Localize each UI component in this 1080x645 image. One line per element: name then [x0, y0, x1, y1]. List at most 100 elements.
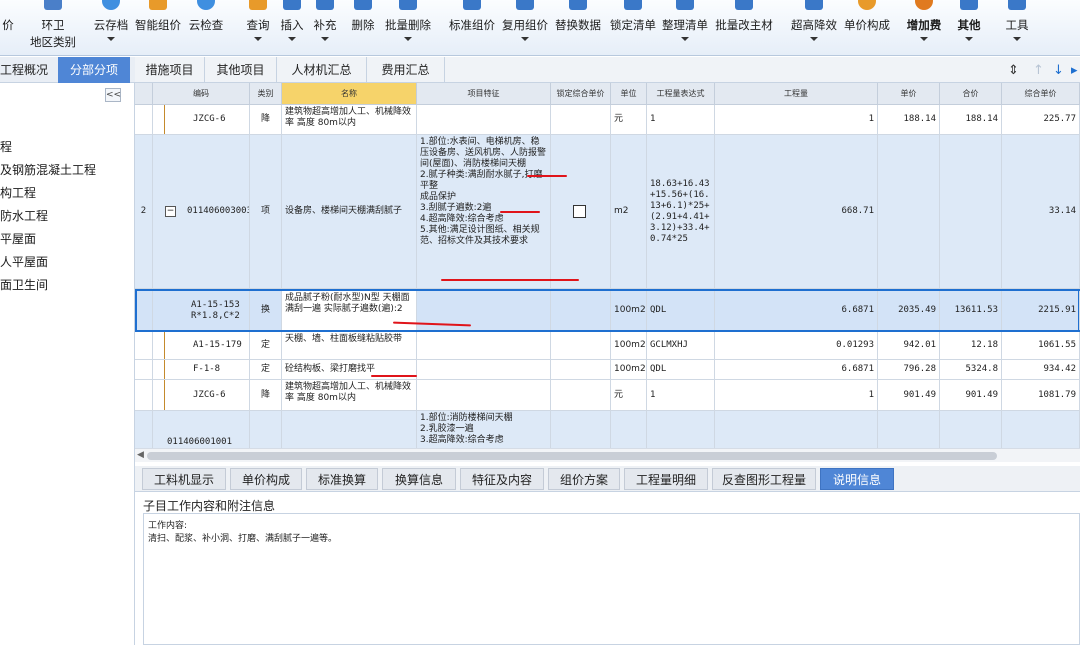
cell-expression[interactable]: 18.63+16.43+15.56+(16.13+6.1)*25+(2.91+4…	[647, 135, 715, 288]
scrollbar-thumb[interactable]	[147, 452, 997, 460]
cell-unit-price[interactable]: 796.28	[878, 360, 940, 379]
cell-type[interactable]: 降	[250, 380, 282, 410]
cell-expression[interactable]	[647, 411, 715, 448]
cell-name[interactable]: 建筑物超高增加人工、机械降效率 高度 80m以内	[282, 380, 417, 410]
cell-lock-price[interactable]	[551, 360, 611, 379]
header-lock-price[interactable]: 锁定综合单价	[551, 83, 611, 105]
cell-comprehensive-price[interactable]	[1002, 411, 1080, 448]
cell-expression[interactable]: 1	[647, 105, 715, 134]
query-button[interactable]: 查询	[244, 0, 272, 56]
organize-list-button[interactable]: 整理清单	[660, 0, 710, 56]
tab-conversion-info[interactable]: 换算信息	[382, 468, 456, 490]
cell-code[interactable]: JZCG-6	[153, 380, 250, 410]
tools-button[interactable]: 工具	[1002, 0, 1032, 56]
cell-quantity[interactable]: 1	[715, 105, 878, 134]
cell-unit-price[interactable]: 901.49	[878, 380, 940, 410]
horizontal-scrollbar[interactable]: ◀	[135, 448, 1080, 462]
price-button[interactable]: 价	[0, 0, 16, 56]
cell-total[interactable]: 13611.53	[940, 291, 1002, 330]
cell-lock-price[interactable]	[551, 135, 611, 288]
header-unit-price[interactable]: 单价	[878, 83, 940, 105]
cell-quantity[interactable]: 668.71	[715, 135, 878, 288]
collapse-button[interactable]: <<	[105, 88, 121, 102]
cell-type[interactable]: 定	[250, 360, 282, 379]
table-row[interactable]: 011406001001 1.部位:消防楼梯间天棚 2.乳胶漆一遍 3.超高降效…	[135, 411, 1080, 448]
table-row[interactable]: 2 011406003003 项 设备房、楼梯间天棚满刮腻子 1.部位:水表间、…	[135, 135, 1080, 289]
collapse-node-icon[interactable]: −	[165, 206, 176, 217]
tab-reverse-graphic-quantity[interactable]: 反查图形工程量	[712, 468, 816, 490]
cell-unit[interactable]: 元	[611, 105, 647, 134]
smart-pricing-button[interactable]: 智能组价	[134, 0, 182, 56]
cell-feature[interactable]: 1.部位:消防楼梯间天棚 2.乳胶漆一遍 3.超高降效:综合考虑	[417, 411, 551, 448]
cell-unit[interactable]: 元	[611, 380, 647, 410]
cell-unit[interactable]: m2	[611, 135, 647, 288]
lock-list-button[interactable]: 锁定清单	[607, 0, 659, 56]
tree-item[interactable]: 构工程	[0, 184, 36, 201]
header-type[interactable]: 类别	[250, 83, 282, 105]
description-box[interactable]: 工作内容: 清扫、配浆、补小洞、打磨、满刮腻子一遍等。	[143, 513, 1080, 645]
cell-unit[interactable]: 100m2	[611, 360, 647, 379]
header-code[interactable]: 编码	[153, 83, 250, 105]
cell-lock-price[interactable]	[551, 105, 611, 134]
cell-name[interactable]: 设备房、楼梯间天棚满刮腻子	[282, 135, 417, 288]
move-down-icon[interactable]: ↓	[1053, 63, 1064, 78]
cell-lock-price[interactable]	[551, 291, 611, 330]
cell-name[interactable]	[282, 411, 417, 448]
cell-expression[interactable]: 1	[647, 380, 715, 410]
tab-labor-material-display[interactable]: 工料机显示	[142, 468, 226, 490]
tab-quantity-details[interactable]: 工程量明细	[624, 468, 708, 490]
cell-comprehensive-price[interactable]: 33.14	[1002, 135, 1080, 288]
cell-name[interactable]: 天棚、墙、柱面板缝粘贴胶带	[282, 332, 417, 359]
cell-feature[interactable]	[417, 380, 551, 410]
cloud-archive-button[interactable]: 云存档	[92, 0, 130, 56]
cell-code[interactable]: F-1-8	[153, 360, 250, 379]
lock-price-checkbox[interactable]	[573, 205, 586, 218]
cell-lock-price[interactable]	[551, 380, 611, 410]
move-up-icon[interactable]: ↑	[1033, 63, 1044, 78]
supplement-button[interactable]: 补充	[311, 0, 339, 56]
reuse-pricing-button[interactable]: 复用组价	[500, 0, 550, 56]
cell-type[interactable]	[250, 411, 282, 448]
cell-comprehensive-price[interactable]: 934.42	[1002, 360, 1080, 379]
cell-comprehensive-price[interactable]: 1081.79	[1002, 380, 1080, 410]
other-button[interactable]: 其他	[952, 0, 986, 56]
header-total[interactable]: 合价	[940, 83, 1002, 105]
cell-type[interactable]: 换	[250, 291, 282, 330]
tree-item[interactable]: 程	[0, 138, 12, 155]
sanitation-region-button[interactable]: 环卫 地区类别	[24, 0, 82, 56]
cell-comprehensive-price[interactable]: 2215.91	[1002, 291, 1080, 330]
header-comprehensive-price[interactable]: 综合单价	[1002, 83, 1080, 105]
cell-total[interactable]	[940, 135, 1002, 288]
cell-feature[interactable]	[417, 105, 551, 134]
tab-cost-summary[interactable]: 费用汇总	[367, 57, 445, 83]
cloud-check-button[interactable]: 云检查	[186, 0, 226, 56]
cell-total[interactable]	[940, 411, 1002, 448]
header-unit[interactable]: 单位	[611, 83, 647, 105]
column-settings-icon[interactable]: ⇕	[1008, 63, 1019, 78]
tab-labor-material-summary[interactable]: 人材机汇总	[277, 57, 367, 83]
cell-quantity[interactable]	[715, 411, 878, 448]
cell-unit-price[interactable]	[878, 135, 940, 288]
header-feature[interactable]: 项目特征	[417, 83, 551, 105]
scroll-left-icon[interactable]: ◀	[137, 450, 144, 460]
standard-pricing-button[interactable]: 标准组价	[446, 0, 498, 56]
table-row[interactable]: JZCG-6 降 建筑物超高增加人工、机械降效率 高度 80m以内 元 1 1 …	[135, 105, 1080, 135]
insert-button[interactable]: 插入	[278, 0, 306, 56]
table-row[interactable]: A1-15-153 R*1.8,C*2 换 成品腻子粉(耐水型)N型 天棚面 满…	[135, 289, 1080, 332]
cell-code[interactable]: A1-15-179	[153, 332, 250, 359]
delete-button[interactable]: 删除	[349, 0, 377, 56]
cell-total[interactable]: 12.18	[940, 332, 1002, 359]
cell-quantity[interactable]: 0.01293	[715, 332, 878, 359]
table-row[interactable]: F-1-8 定 砼结构板、梁打磨找平 100m2 QDL 6.6871 796.…	[135, 360, 1080, 380]
cell-unit-price[interactable]	[878, 411, 940, 448]
cell-type[interactable]: 定	[250, 332, 282, 359]
cell-feature[interactable]	[417, 360, 551, 379]
cell-name[interactable]: 建筑物超高增加人工、机械降效率 高度 80m以内	[282, 105, 417, 134]
additional-fee-button[interactable]: 增加费	[904, 0, 944, 56]
cell-type[interactable]: 项	[250, 135, 282, 288]
header-quantity[interactable]: 工程量	[715, 83, 878, 105]
tab-unit-price-composition[interactable]: 单价构成	[230, 468, 302, 490]
cell-comprehensive-price[interactable]: 1061.55	[1002, 332, 1080, 359]
cell-unit[interactable]: 100m2	[611, 332, 647, 359]
cell-expression[interactable]: QDL	[647, 291, 715, 330]
